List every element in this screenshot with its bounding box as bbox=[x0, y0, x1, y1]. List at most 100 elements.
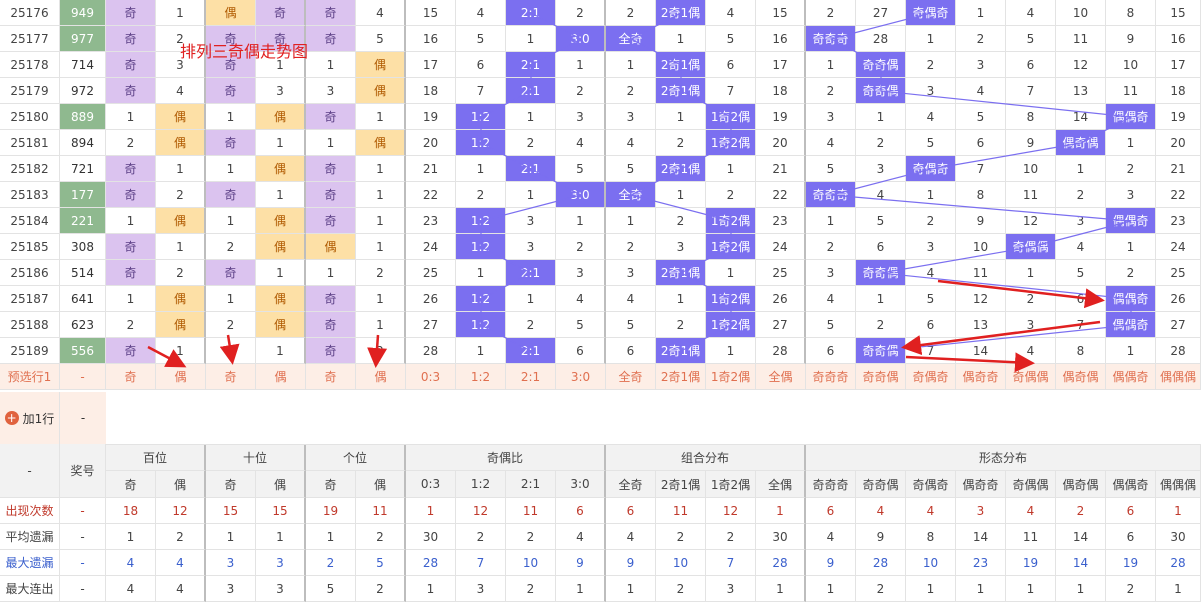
award-number: 889 bbox=[60, 104, 106, 130]
shape-cell: 1 bbox=[956, 0, 1006, 26]
hundreds-even-cell: 1 bbox=[156, 0, 206, 26]
combo-cell: 1奇2偶 bbox=[706, 104, 756, 130]
add-row-label[interactable]: 加1行 bbox=[23, 410, 55, 427]
hundreds-even-cell: 偶 bbox=[156, 312, 206, 338]
predict-cell[interactable]: 奇 bbox=[306, 364, 356, 390]
combo-cell: 1 bbox=[656, 104, 706, 130]
sub-header: 偶 bbox=[156, 471, 206, 498]
stat-value: 2 bbox=[506, 576, 556, 602]
predict-cell[interactable]: 奇奇偶 bbox=[856, 364, 906, 390]
predict-row-label[interactable]: 预选行1 bbox=[0, 364, 60, 390]
hundreds-even-cell: 4 bbox=[156, 78, 206, 104]
sub-header: 奇 bbox=[106, 471, 156, 498]
units-even-cell: 1 bbox=[356, 234, 406, 260]
combo-cell: 2奇1偶 bbox=[656, 338, 706, 364]
stat-value: 2 bbox=[356, 524, 406, 550]
hundreds-odd-cell: 奇 bbox=[106, 182, 156, 208]
shape-cell: 7 bbox=[906, 338, 956, 364]
shape-cell: 4 bbox=[1006, 338, 1056, 364]
shape-cell: 1 bbox=[856, 104, 906, 130]
stat-value: 1 bbox=[956, 576, 1006, 602]
combo-cell: 1 bbox=[706, 338, 756, 364]
shape-cell: 10 bbox=[1106, 52, 1156, 78]
shape-cell: 1 bbox=[1056, 156, 1106, 182]
predict-cell[interactable]: 2:1 bbox=[506, 364, 556, 390]
shape-cell: 6 bbox=[956, 130, 1006, 156]
stat-value: 2 bbox=[506, 524, 556, 550]
predict-cell[interactable]: 奇奇奇 bbox=[806, 364, 856, 390]
predict-cell[interactable]: 3:0 bbox=[556, 364, 606, 390]
ratio-cell: 26 bbox=[406, 286, 456, 312]
predict-cell[interactable]: 偶奇奇 bbox=[956, 364, 1006, 390]
units-odd-cell: 奇 bbox=[306, 0, 356, 26]
shape-cell: 2 bbox=[1056, 182, 1106, 208]
award-number: 721 bbox=[60, 156, 106, 182]
tens-odd-cell: 1 bbox=[206, 286, 256, 312]
ratio-cell: 3:0 bbox=[556, 182, 606, 208]
group-header: 个位 bbox=[306, 444, 406, 471]
shape-cell: 2 bbox=[956, 26, 1006, 52]
predict-cell[interactable]: 全奇 bbox=[606, 364, 656, 390]
combo-cell: 27 bbox=[756, 312, 806, 338]
predict-cell[interactable]: 奇偶偶 bbox=[1006, 364, 1056, 390]
stat-value: 28 bbox=[406, 550, 456, 576]
stat-value: 15 bbox=[256, 498, 306, 524]
shape-cell: 21 bbox=[1156, 156, 1201, 182]
shape-cell: 偶偶奇 bbox=[1106, 208, 1156, 234]
units-odd-cell: 奇 bbox=[306, 286, 356, 312]
predict-cell[interactable]: 偶奇偶 bbox=[1056, 364, 1106, 390]
sub-header: 3:0 bbox=[556, 471, 606, 498]
shape-cell: 5 bbox=[956, 104, 1006, 130]
shape-cell: 28 bbox=[856, 26, 906, 52]
predict-cell[interactable]: 全偶 bbox=[756, 364, 806, 390]
stat-label: 平均遗漏 bbox=[0, 524, 60, 550]
combo-cell: 2奇1偶 bbox=[656, 0, 706, 26]
predict-cell[interactable]: 奇 bbox=[206, 364, 256, 390]
shape-cell: 18 bbox=[1156, 78, 1201, 104]
predict-cell[interactable]: 0:3 bbox=[406, 364, 456, 390]
shape-cell: 1 bbox=[1006, 260, 1056, 286]
tens-odd-cell: 2 bbox=[206, 234, 256, 260]
predict-cell[interactable]: 偶 bbox=[356, 364, 406, 390]
stat-value: 12 bbox=[156, 498, 206, 524]
predict-cell[interactable]: 1奇2偶 bbox=[706, 364, 756, 390]
issue-cell: 25176 bbox=[0, 0, 60, 26]
ratio-cell: 2:1 bbox=[506, 260, 556, 286]
tens-even-cell: 偶 bbox=[256, 234, 306, 260]
predict-cell[interactable]: 2奇1偶 bbox=[656, 364, 706, 390]
combo-cell: 1 bbox=[656, 182, 706, 208]
ratio-cell: 2 bbox=[506, 312, 556, 338]
combo-cell: 2奇1偶 bbox=[656, 156, 706, 182]
issue-cell: 25189 bbox=[0, 338, 60, 364]
predict-cell[interactable]: 偶偶偶 bbox=[1156, 364, 1201, 390]
award-number: 641 bbox=[60, 286, 106, 312]
shape-cell: 4 bbox=[1006, 0, 1056, 26]
predict-cell[interactable]: 1:2 bbox=[456, 364, 506, 390]
issue-cell: 25186 bbox=[0, 260, 60, 286]
issue-cell: 25183 bbox=[0, 182, 60, 208]
shape-cell: 14 bbox=[956, 338, 1006, 364]
predict-cell[interactable]: 偶 bbox=[156, 364, 206, 390]
combo-cell: 4 bbox=[706, 0, 756, 26]
predict-cell[interactable]: 偶偶奇 bbox=[1106, 364, 1156, 390]
add-row-area bbox=[106, 392, 1201, 445]
award-number: 949 bbox=[60, 0, 106, 26]
ratio-cell: 2 bbox=[556, 78, 606, 104]
stat-value: 1 bbox=[106, 524, 156, 550]
shape-cell: 奇偶奇 bbox=[906, 156, 956, 182]
shape-cell: 2 bbox=[906, 52, 956, 78]
ratio-cell: 17 bbox=[406, 52, 456, 78]
plus-icon[interactable]: + bbox=[4, 411, 19, 425]
stat-value: 2 bbox=[706, 524, 756, 550]
tens-even-cell: 偶 bbox=[256, 286, 306, 312]
award-number: 556 bbox=[60, 338, 106, 364]
predict-cell[interactable]: 偶 bbox=[256, 364, 306, 390]
combo-cell: 1奇2偶 bbox=[706, 234, 756, 260]
stat-value: 14 bbox=[1056, 550, 1106, 576]
add-row-button[interactable]: + 加1行 - bbox=[0, 392, 106, 444]
predict-cell[interactable]: 奇 bbox=[106, 364, 156, 390]
predict-cell[interactable]: 奇偶奇 bbox=[906, 364, 956, 390]
award-header: 奖号 bbox=[60, 444, 106, 498]
shape-cell: 7 bbox=[956, 156, 1006, 182]
stat-value: 11 bbox=[1006, 524, 1056, 550]
